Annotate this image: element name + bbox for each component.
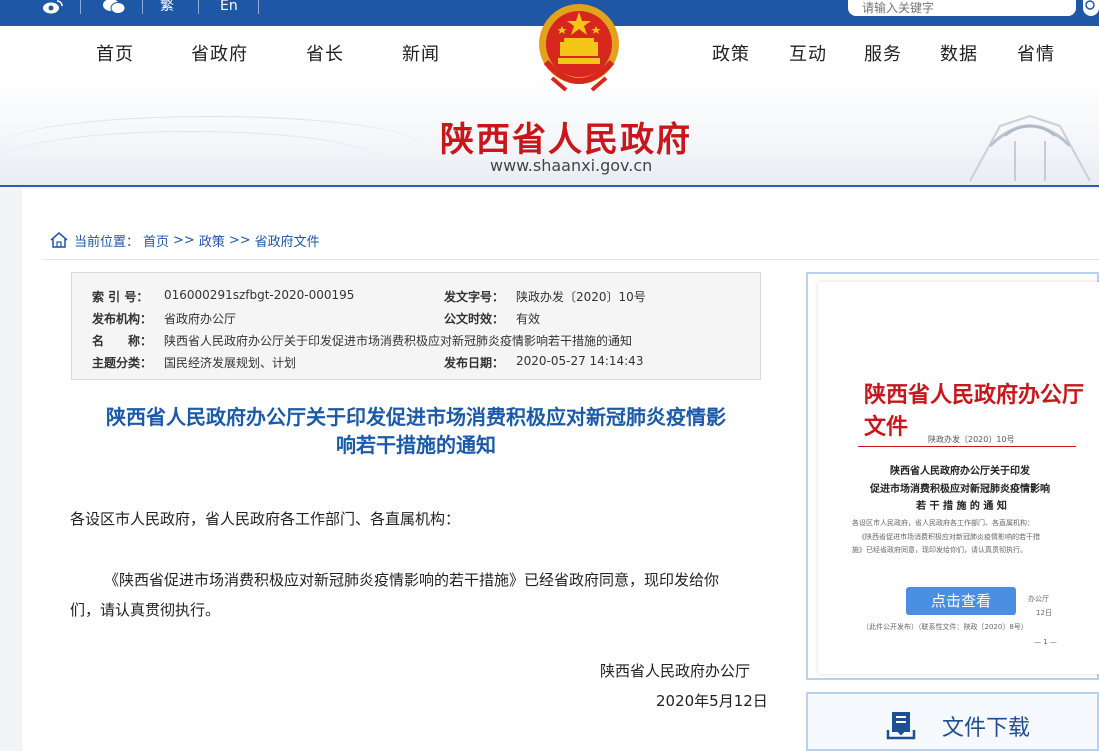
english-link[interactable]: En <box>220 0 238 14</box>
salutation: 各设区市人民政府，省人民政府各工作部门、各直属机构： <box>70 510 461 528</box>
divider <box>198 0 199 14</box>
nav-provincial-government[interactable]: 省政府 <box>191 40 248 66</box>
topic-label: 主题分类： <box>92 356 153 370</box>
divider <box>142 0 143 14</box>
preview-title-line: 若 干 措 施 的 通 知 <box>916 501 1007 512</box>
preview-title-line: 陕西省人民政府办公厅关于印发 <box>890 466 1030 477</box>
document-title-line: 响若干措施的通知 <box>336 433 496 457</box>
search-input[interactable] <box>848 0 1076 16</box>
national-emblem-icon[interactable] <box>536 0 622 96</box>
nav-governor[interactable]: 省长 <box>306 40 344 66</box>
validity-value: 有效 <box>516 312 541 326</box>
nav-services[interactable]: 服务 <box>864 40 902 66</box>
breadcrumb-separator: >> <box>228 232 251 248</box>
body-text-line: 《陕西省促进市场消费积极应对新冠肺炎疫情影响的若干措施》已经省政府同意，现印发给… <box>104 571 720 589</box>
site-title[interactable]: 陕西省人民政府 <box>440 112 692 161</box>
nav-news[interactable]: 新闻 <box>402 40 440 66</box>
publish-date-value: 2020-05-27 14:14:43 <box>516 354 644 368</box>
nav-data[interactable]: 数据 <box>940 40 978 66</box>
view-document-button[interactable]: 点击查看 <box>906 587 1016 615</box>
document-info-table: 索 引 号： 016000291szfbgt-2020-000195 发文字号：… <box>71 272 761 380</box>
preview-header: 陕西省人民政府办公厅文件 <box>864 382 1085 440</box>
signature: 陕西省人民政府办公厅 <box>600 662 751 680</box>
drum-tower-illustration <box>969 114 1091 182</box>
preview-red-rule <box>858 446 1076 447</box>
breadcrumb-separator: >> <box>173 232 195 248</box>
preview-text-line: 《陕西省促进市场消费积极应对新冠肺炎疫情影响的若干措 <box>858 533 1040 541</box>
document-title: 陕西省人民政府办公厅关于印发促进市场消费积极应对新冠肺炎疫情影 响若干措施的通知 <box>70 403 762 459</box>
doc-number-label: 发文字号： <box>444 290 505 304</box>
preview-page-number: — 1 — <box>1034 638 1057 646</box>
breadcrumb-home[interactable]: 首页 <box>143 231 169 250</box>
name-value: 陕西省人民政府办公厅关于印发促进市场消费积极应对新冠肺炎疫情影响若干措施的通知 <box>164 334 633 348</box>
name-label: 名 称： <box>92 334 153 348</box>
nav-home[interactable]: 首页 <box>96 40 134 66</box>
index-value: 016000291szfbgt-2020-000195 <box>164 288 355 302</box>
search-icon <box>1085 0 1095 10</box>
publish-date-label: 发布日期： <box>444 356 505 370</box>
breadcrumb: 当前位置： 首页 >> 政策 >> 省政府文件 <box>50 231 324 250</box>
preview-page: 陕西省人民政府办公厅文件 陕政办发〔2020〕10号 陕西省人民政府办公厅关于印… <box>818 282 1099 674</box>
validity-label: 公文时效： <box>444 312 505 326</box>
breadcrumb-prefix: 当前位置： <box>74 234 140 250</box>
document-preview[interactable]: 陕西省人民政府办公厅文件 陕政办发〔2020〕10号 陕西省人民政府办公厅关于印… <box>806 272 1099 680</box>
divider <box>258 0 259 14</box>
traditional-chinese-link[interactable]: 繁 <box>160 0 174 14</box>
index-label: 索 引 号： <box>92 290 149 304</box>
preview-text-line: 办公厅 <box>1028 595 1049 603</box>
wechat-icon[interactable] <box>102 0 126 14</box>
breadcrumb-policy[interactable]: 政策 <box>199 231 225 250</box>
document-title-line: 陕西省人民政府办公厅关于印发促进市场消费积极应对新冠肺炎疫情影 <box>106 405 726 429</box>
home-icon[interactable] <box>50 232 68 248</box>
preview-doc-number: 陕政办发〔2020〕10号 <box>928 435 1015 444</box>
doc-number-value: 陕政办发〔2020〕10号 <box>516 290 646 304</box>
divider <box>80 0 81 14</box>
breadcrumb-provincial-documents[interactable]: 省政府文件 <box>255 231 320 250</box>
nav-policy[interactable]: 政策 <box>712 40 750 66</box>
preview-text-line: 施》已经省政府同意，现印发给你们，请认真贯彻执行。 <box>852 546 1027 554</box>
banner-decoration <box>0 131 380 185</box>
preview-text-line: 12日 <box>1036 609 1052 617</box>
body-text-line: 们，请认真贯彻执行。 <box>70 601 221 619</box>
nav-province-info[interactable]: 省情 <box>1017 40 1055 66</box>
file-download-panel[interactable]: 文件下载 <box>806 692 1099 751</box>
download-icon <box>886 712 916 740</box>
topic-value: 国民经济发展规划、计划 <box>164 356 297 370</box>
preview-text-line: （此件公开发布）（联系性文件：陕政〔2020〕8号） <box>862 623 1028 631</box>
preview-text-line: 各设区市人民政府，省人民政府各工作部门、各直属机构： <box>852 519 1034 527</box>
preview-title-line: 促进市场消费积极应对新冠肺炎疫情影响 <box>870 484 1050 495</box>
weibo-icon[interactable] <box>42 0 64 14</box>
issuer-value: 省政府办公厅 <box>164 312 237 326</box>
search-button[interactable] <box>1083 0 1099 16</box>
divider <box>42 259 1099 260</box>
site-url[interactable]: www.shaanxi.gov.cn <box>490 156 652 175</box>
issuer-label: 发布机构： <box>92 312 153 326</box>
document-date: 2020年5月12日 <box>656 692 768 710</box>
file-download-label: 文件下载 <box>942 716 1031 741</box>
nav-interaction[interactable]: 互动 <box>789 40 827 66</box>
